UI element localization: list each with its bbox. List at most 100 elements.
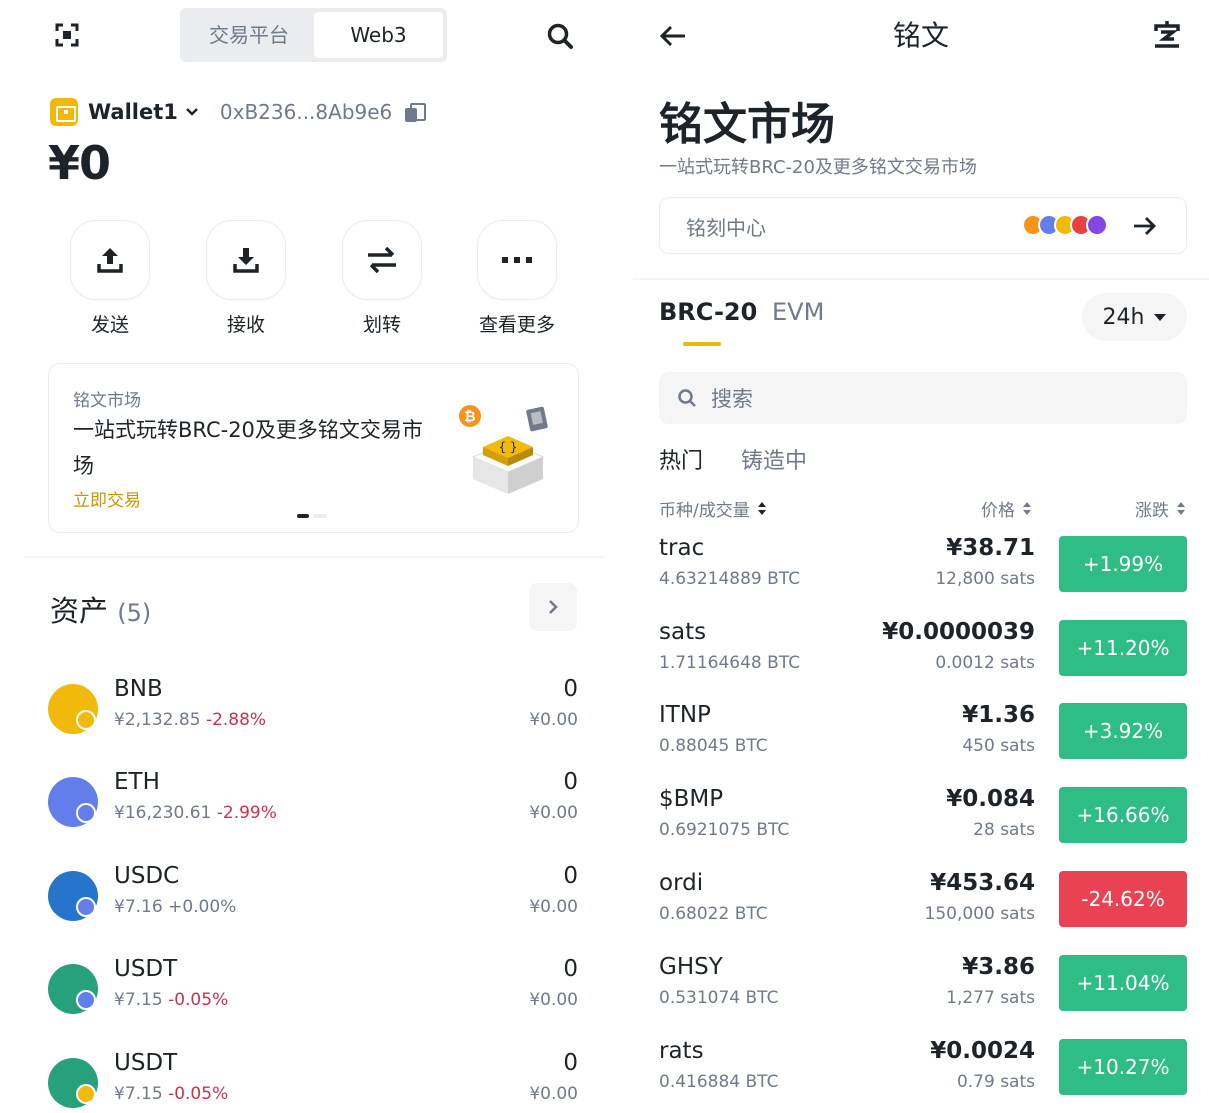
tab-exchange[interactable]: 交易平台	[184, 12, 314, 58]
token-volume: 0.416884 BTC	[659, 1072, 779, 1092]
token-row[interactable]: ordi 0.68022 BTC ¥453.64 150,000 sats -24.62…	[659, 870, 1187, 930]
subtab-minting[interactable]: 铸造中	[741, 443, 807, 475]
asset-row[interactable]: USDT ¥7.15 -0.05% 0 ¥0.00	[48, 1050, 578, 1113]
token-price: ¥0.0000039	[882, 619, 1035, 645]
asset-change: +0.00%	[168, 897, 237, 917]
receive-button[interactable]: 接收	[201, 220, 291, 337]
assets-more-button[interactable]	[529, 583, 577, 631]
transfer-button[interactable]: 划转	[337, 220, 427, 337]
tab-brc20[interactable]: BRC-20	[659, 298, 757, 326]
asset-change: -0.05%	[168, 990, 229, 1010]
download-icon	[233, 248, 259, 273]
asset-amount: 0	[563, 956, 578, 982]
banner-title: 一站式玩转BRC-20及更多铭文交易市场	[73, 418, 423, 478]
sort-by-change[interactable]: 涨跌	[1135, 496, 1185, 521]
token-change-badge: +1.99%	[1059, 536, 1187, 592]
chevron-right-icon	[549, 600, 558, 614]
asset-amount: 0	[563, 1050, 578, 1076]
wallet-name: Wallet1	[88, 100, 178, 124]
tab-web3[interactable]: Web3	[314, 12, 443, 58]
token-row[interactable]: GHSY 0.531074 BTC ¥3.86 1,277 sats +11.04%	[659, 954, 1187, 1014]
asset-row[interactable]: USDT ¥7.15 -0.05% 0 ¥0.00	[48, 956, 578, 1026]
asset-value: ¥0.00	[529, 1084, 578, 1104]
asset-name: ETH	[114, 769, 160, 795]
token-price: ¥3.86	[962, 954, 1035, 980]
caret-down-icon	[1154, 313, 1167, 321]
token-change-badge: +3.92%	[1059, 703, 1187, 759]
send-button[interactable]: 发送	[65, 220, 155, 337]
token-row[interactable]: trac 4.63214889 BTC ¥38.71 12,800 sats +1.99…	[659, 535, 1187, 595]
search-placeholder: 搜索	[711, 387, 753, 411]
token-sats: 0.0012 sats	[935, 653, 1035, 673]
token-ticker: rats	[659, 1038, 704, 1064]
assets-title: 资产	[50, 594, 109, 628]
token-price: ¥1.36	[962, 702, 1035, 728]
token-change-badge: +16.66%	[1059, 787, 1187, 843]
token-change-badge: +11.04%	[1059, 955, 1187, 1011]
more-button[interactable]: 查看更多	[472, 220, 562, 337]
asset-price-line: ¥7.16 +0.00%	[114, 897, 236, 917]
period-dropdown[interactable]: 24h	[1082, 293, 1187, 341]
network-badge-icon	[76, 897, 96, 917]
token-row[interactable]: ITNP 0.88045 BTC ¥1.36 450 sats +3.92%	[659, 702, 1187, 762]
receive-label: 接收	[226, 314, 265, 336]
scan-icon[interactable]	[55, 23, 79, 47]
token-change-badge: +11.20%	[1059, 620, 1187, 676]
assets-count: (5)	[117, 599, 152, 627]
asset-price-line: ¥2,132.85 -2.88%	[114, 710, 266, 730]
header-price: 价格	[981, 501, 1015, 521]
sort-icon	[757, 501, 766, 516]
token-volume: 0.6921075 BTC	[659, 820, 790, 840]
token-volume: 0.68022 BTC	[659, 904, 768, 924]
search-input[interactable]: 搜索	[659, 372, 1187, 424]
page-title: 铭文市场	[659, 99, 835, 150]
asset-row[interactable]: USDC ¥7.16 +0.00% 0 ¥0.00	[48, 863, 578, 933]
promo-banner[interactable]: 铭文市场 一站式玩转BRC-20及更多铭文交易市场 立即交易 { } ₿	[48, 363, 579, 533]
token-row[interactable]: $BMP 0.6921075 BTC ¥0.084 28 sats +16.66%	[659, 786, 1187, 846]
token-ticker: sats	[659, 619, 707, 645]
asset-row[interactable]: ETH ¥16,230.61 -2.99% 0 ¥0.00	[48, 769, 578, 839]
token-ticker: ITNP	[659, 702, 711, 728]
token-sats: 1,277 sats	[946, 988, 1035, 1008]
send-label: 发送	[90, 314, 129, 336]
nav-title: 铭文	[892, 19, 949, 52]
asset-amount: 0	[563, 863, 578, 889]
asset-price-line: ¥7.15 -0.05%	[114, 990, 228, 1010]
sort-by-price[interactable]: 价格	[981, 496, 1031, 521]
asset-price-line: ¥7.15 -0.05%	[114, 1084, 228, 1104]
sort-icon	[1023, 501, 1031, 516]
asset-price: ¥7.15	[114, 990, 163, 1010]
search-icon[interactable]	[546, 22, 574, 50]
banner-cta-link[interactable]: 立即交易	[73, 486, 141, 511]
inscription-market-panel: 铭文 铭文市场 一站式玩转BRC-20及更多铭文交易市场 铭刻中心 BRC-20…	[633, 0, 1209, 1113]
section-divider	[633, 278, 1209, 280]
mode-switch: 交易平台 Web3	[180, 8, 447, 62]
transfer-icon	[368, 246, 396, 274]
asset-price-line: ¥16,230.61 -2.99%	[114, 803, 277, 823]
token-sats: 28 sats	[973, 820, 1035, 840]
inscribe-icon[interactable]	[1151, 18, 1183, 50]
copy-icon[interactable]	[404, 102, 427, 122]
token-volume: 0.531074 BTC	[659, 988, 779, 1008]
subtab-hot[interactable]: 热门	[659, 443, 703, 475]
asset-value: ¥0.00	[529, 990, 578, 1010]
token-row[interactable]: rats 0.416884 BTC ¥0.0024 0.79 sats +10.27%	[659, 1038, 1187, 1098]
assets-heading: 资产 (5)	[50, 588, 151, 630]
period-value: 24h	[1102, 304, 1145, 330]
svg-text:{ }: { }	[498, 440, 517, 454]
inscribe-center-button[interactable]: 铭刻中心	[659, 197, 1187, 254]
token-volume: 4.63214889 BTC	[659, 569, 801, 589]
wallet-selector[interactable]: Wallet1 0xB236...8Ab9e6	[50, 96, 427, 128]
asset-price: ¥7.15	[114, 1084, 163, 1104]
token-row[interactable]: sats 1.71164648 BTC ¥0.0000039 0.0012 sats +…	[659, 619, 1187, 679]
chevron-down-icon[interactable]	[186, 106, 198, 118]
asset-amount: 0	[563, 769, 578, 795]
search-icon	[678, 389, 696, 407]
asset-row[interactable]: BNB ¥2,132.85 -2.88% 0 ¥0.00	[48, 676, 578, 746]
asset-amount: 0	[563, 676, 578, 702]
wallet-address: 0xB236...8Ab9e6	[219, 100, 393, 124]
tab-evm[interactable]: EVM	[772, 298, 824, 326]
sort-by-coin[interactable]: 币种/成交量	[659, 496, 766, 521]
wallet-panel: 交易平台 Web3 Wallet1 0xB236...8Ab9e6 ¥0 发送	[0, 0, 606, 1113]
token-ticker: ordi	[659, 870, 704, 896]
